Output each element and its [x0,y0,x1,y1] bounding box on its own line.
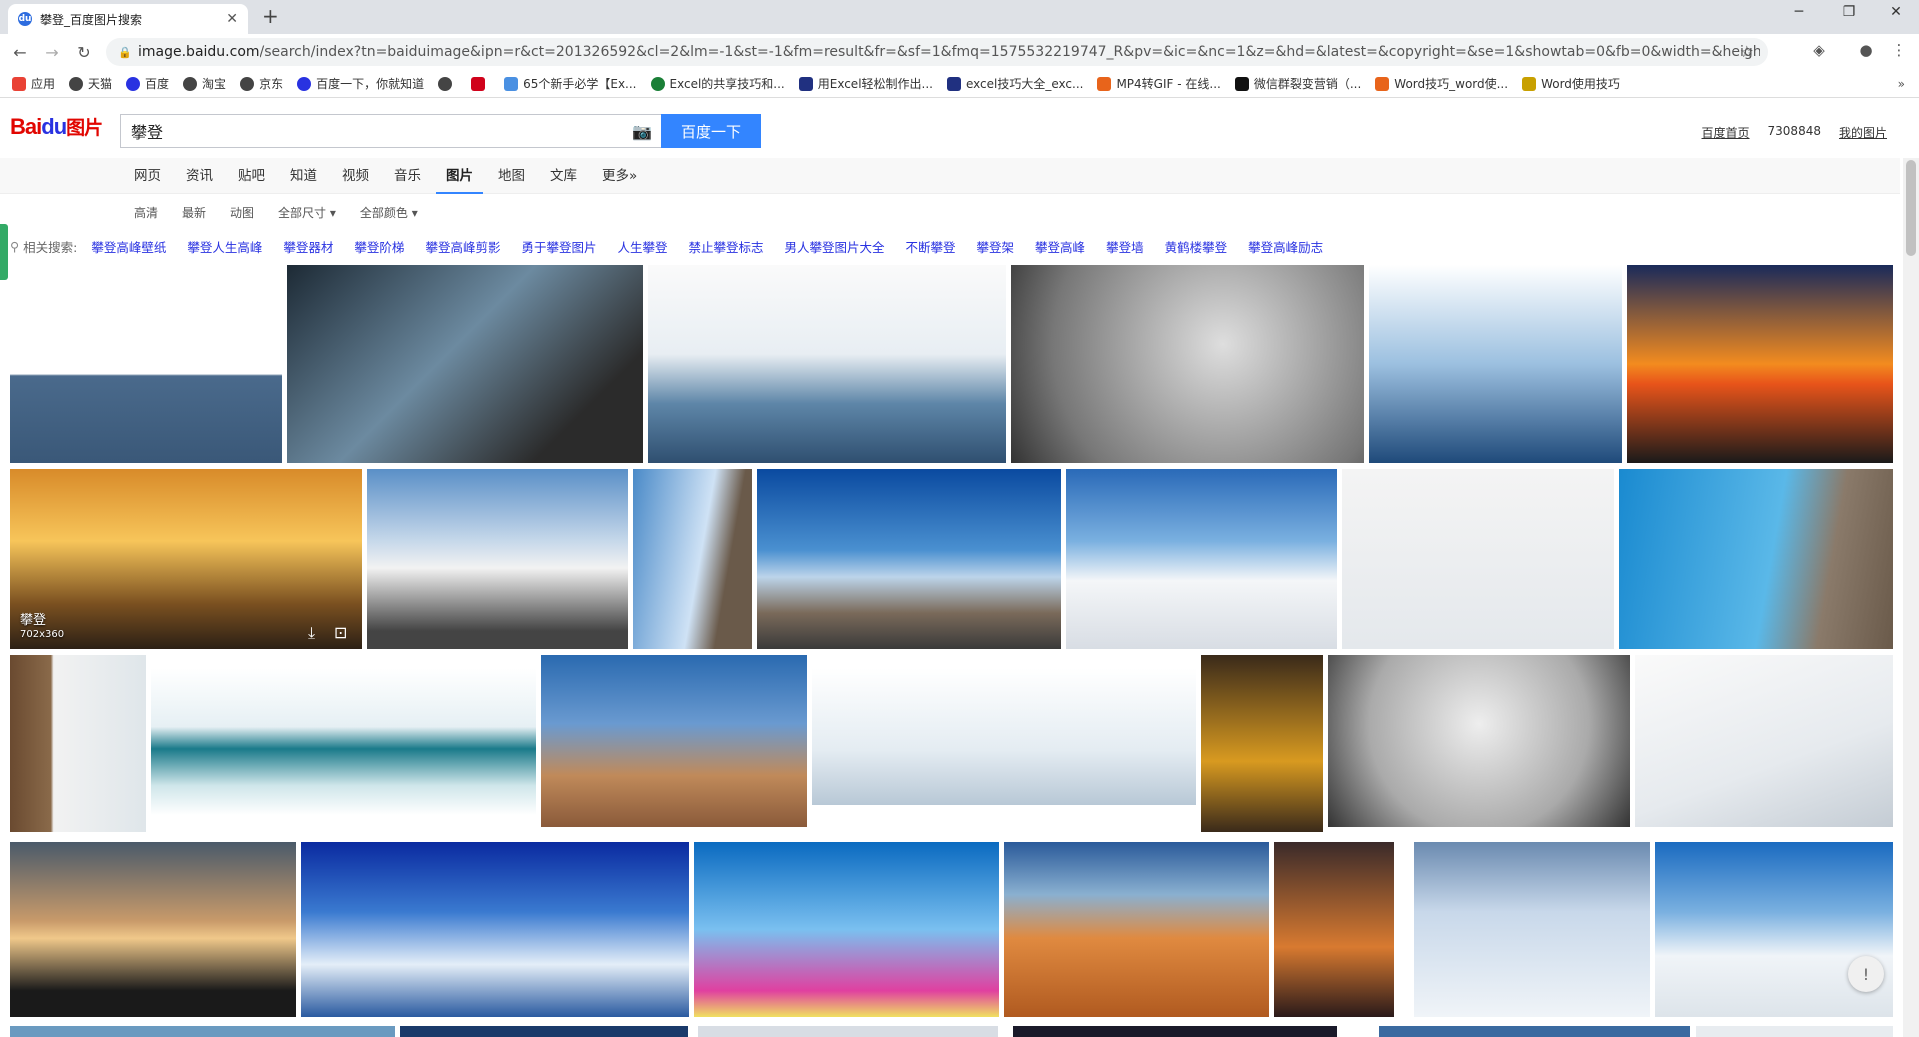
image-result[interactable] [301,842,689,1017]
image-result[interactable] [541,655,807,827]
image-result[interactable] [151,668,536,815]
image-result[interactable] [1011,265,1364,463]
image-title: 攀登 [20,613,47,628]
image-result[interactable] [10,1026,395,1037]
download-icon[interactable]: ⤓ [308,623,315,643]
image-result[interactable] [367,469,628,649]
image-result[interactable] [400,1026,688,1037]
feedback-button[interactable]: ! [1848,956,1884,992]
image-result[interactable] [1342,469,1614,649]
image-result[interactable] [10,265,282,463]
scrollbar[interactable] [1903,158,1919,1037]
image-result[interactable] [1274,842,1394,1017]
image-result[interactable] [1619,469,1893,649]
image-size: 702x360 [20,629,65,640]
image-result[interactable] [1655,842,1893,1017]
image-result[interactable] [698,1026,998,1037]
image-result[interactable] [648,265,1006,463]
image-result[interactable] [1696,1026,1893,1037]
image-result[interactable] [287,265,643,463]
image-result[interactable] [1399,842,1415,1017]
image-result[interactable]: 攀登 702x360 ⤓ ⊡ [10,469,362,649]
image-result[interactable] [1066,469,1337,649]
image-result[interactable] [1369,265,1622,463]
image-result[interactable] [1004,842,1269,1017]
image-result[interactable] [1328,655,1630,827]
scrollbar-thumb[interactable] [1906,160,1916,256]
image-result[interactable] [1414,842,1650,1017]
image-result[interactable] [757,469,1061,649]
image-result[interactable] [812,668,1196,805]
image-result[interactable] [1627,265,1893,463]
image-result[interactable] [1379,1026,1690,1037]
zoom-icon[interactable]: ⊡ [334,623,347,642]
image-grid: 攀登 702x360 ⤓ ⊡ [0,0,1919,1037]
image-result[interactable] [10,655,146,832]
image-result[interactable] [1201,655,1323,832]
image-result[interactable] [1013,1026,1337,1037]
image-result[interactable] [1635,655,1893,827]
image-result[interactable] [694,842,999,1017]
image-result[interactable] [633,469,752,649]
image-result[interactable] [10,842,296,1017]
